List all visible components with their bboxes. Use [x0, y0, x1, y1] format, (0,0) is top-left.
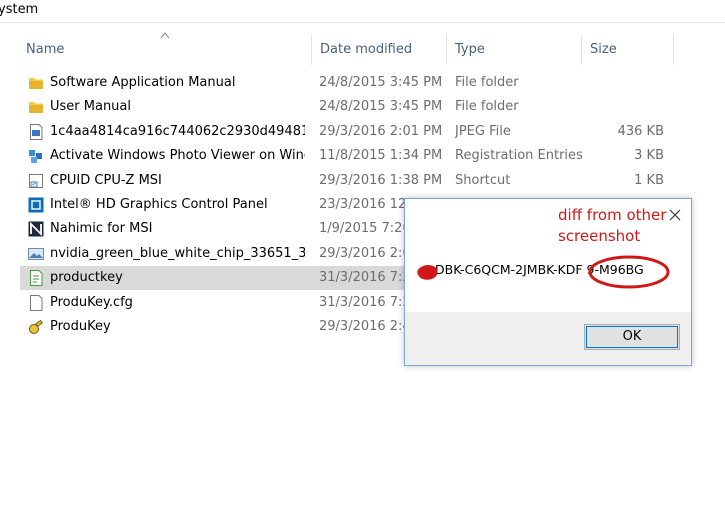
file-size: 1 KB	[634, 172, 664, 188]
file-size	[590, 71, 664, 95]
file-name: 1c4aa4814ca916c744062c2930d49481_la...	[50, 123, 305, 139]
shortcut-icon	[29, 173, 43, 188]
file-type: Registration Entries	[455, 148, 583, 164]
file-row[interactable]: 1c4aa4814ca916c744062c2930d49481_la... 2…	[0, 120, 725, 144]
file-type: File folder	[455, 75, 519, 90]
file-date: 24/8/2015 3:45 PM	[319, 99, 443, 115]
file-type: Shortcut	[455, 172, 511, 188]
column-header-size[interactable]: Size	[590, 34, 617, 65]
column-header-name[interactable]: Name	[26, 34, 64, 65]
file-type: File folder	[455, 99, 519, 115]
file-row[interactable]: Activate Windows Photo Viewer on Wind...…	[0, 144, 725, 168]
column-divider[interactable]	[581, 34, 582, 65]
annotation-note: diff from other screenshot	[558, 205, 688, 247]
produkey-app-icon	[29, 319, 44, 334]
registry-file-icon	[29, 150, 42, 164]
file-date: 11/8/2015 1:34 PM	[319, 148, 443, 164]
file-name: Nahimic for MSI	[50, 221, 153, 237]
image-file-icon	[28, 247, 44, 260]
file-name: Intel® HD Graphics Control Panel	[50, 196, 268, 212]
annotation-line: screenshot	[558, 227, 641, 245]
file-name: productkey	[50, 270, 123, 286]
file-date: 29/3/2016 1:38 PM	[319, 172, 443, 188]
column-divider[interactable]	[311, 34, 312, 65]
intel-graphics-icon	[28, 197, 44, 213]
file-icon	[30, 294, 43, 311]
file-date: 29/3/2016 2:01 PM	[319, 123, 443, 139]
file-name: ProduKey	[50, 318, 111, 334]
sort-ascending-icon	[160, 32, 170, 39]
window-title: ystem	[0, 2, 39, 17]
file-size: 3 KB	[634, 148, 664, 164]
column-header-type[interactable]: Type	[455, 34, 485, 65]
jpeg-file-icon	[30, 123, 43, 140]
folder-icon	[29, 78, 43, 89]
dialog-footer: OK	[405, 312, 691, 365]
nahimic-icon	[28, 221, 44, 237]
file-size	[590, 95, 664, 119]
column-header-row: Name Date modified Type Size	[0, 32, 725, 65]
annotation-line: diff from other	[558, 206, 667, 224]
column-header-date[interactable]: Date modified	[320, 34, 412, 65]
product-key-text: DBK-C6QCM-2JMBK-KDF 9-M96BG	[435, 262, 644, 277]
file-name: User Manual	[50, 99, 132, 115]
file-name: CPUID CPU-Z MSI	[50, 172, 162, 188]
file-row[interactable]: CPUID CPU-Z MSI 29/3/2016 1:38 PM Shortc…	[0, 169, 725, 193]
text-file-icon	[30, 270, 43, 287]
file-size: 436 KB	[617, 123, 664, 139]
folder-icon	[29, 102, 43, 114]
file-name: ProduKey.cfg	[50, 294, 133, 310]
file-type: JPEG File	[455, 123, 511, 139]
file-name: nvidia_green_blue_white_chip_33651_384..…	[50, 245, 305, 261]
file-name: Software Application Manual	[50, 75, 236, 90]
file-row[interactable]: User Manual 24/8/2015 3:45 PM File folde…	[0, 95, 725, 119]
file-row[interactable]: Software Application Manual 24/8/2015 3:…	[0, 71, 725, 95]
ok-button[interactable]: OK	[584, 324, 680, 350]
column-divider[interactable]	[446, 34, 447, 65]
window-titlebar: ystem	[0, 0, 725, 23]
file-name: Activate Windows Photo Viewer on Wind...	[50, 148, 305, 164]
file-date: 24/8/2015 3:45 PM	[319, 75, 443, 90]
column-divider[interactable]	[673, 34, 674, 65]
